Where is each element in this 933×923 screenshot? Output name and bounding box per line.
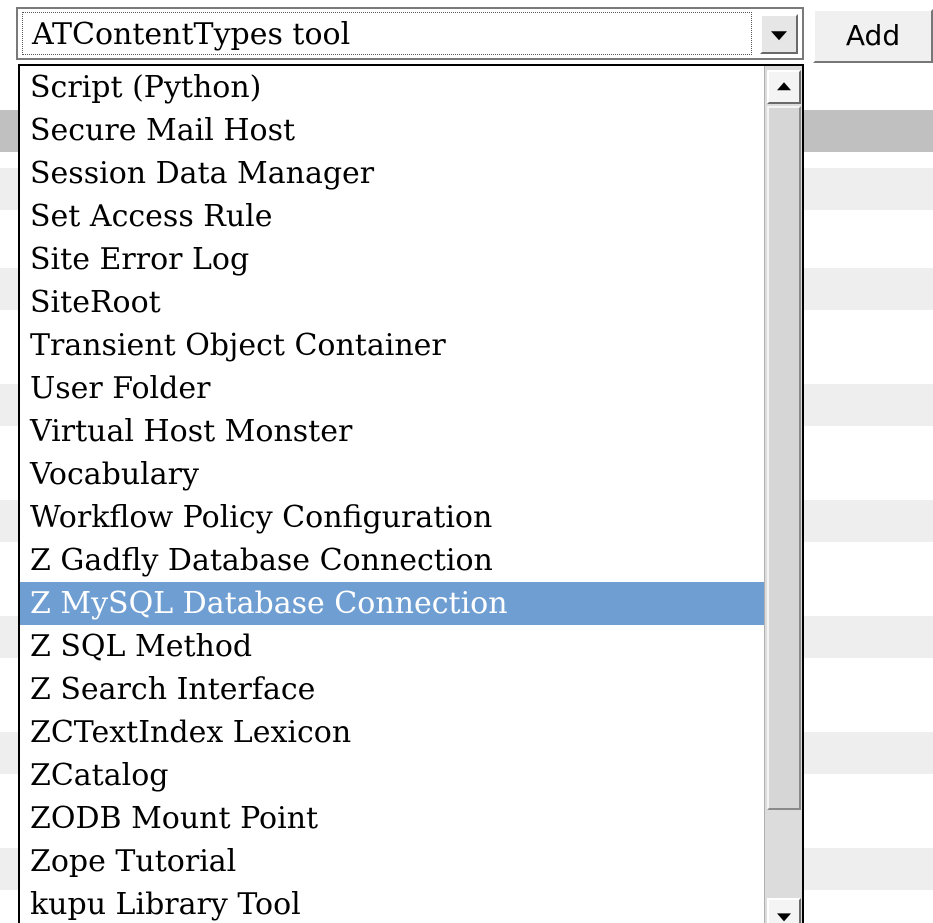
dropdown-option-highlighted[interactable]: Z MySQL Database Connection [20, 582, 764, 625]
dropdown-option[interactable]: Z Gadfly Database Connection [20, 539, 764, 582]
dropdown-option[interactable]: Transient Object Container [20, 324, 764, 367]
arrow-down-icon [777, 913, 791, 922]
scroll-thumb[interactable] [767, 106, 801, 810]
select-dropdown-button[interactable] [760, 14, 798, 54]
scroll-down-button[interactable] [767, 898, 801, 923]
arrow-up-icon [777, 82, 791, 91]
dropdown-option[interactable]: ZODB Mount Point [20, 797, 764, 840]
dropdown-option[interactable]: kupu Library Tool [20, 883, 764, 923]
dropdown-option[interactable]: Script (Python) [20, 66, 764, 109]
dropdown-option[interactable]: Secure Mail Host [20, 109, 764, 152]
dropdown-option[interactable]: Site Error Log [20, 238, 764, 281]
add-type-dropdown-list[interactable]: Script (Python) Secure Mail Host Session D… [18, 64, 804, 923]
dropdown-option[interactable]: User Folder [20, 367, 764, 410]
dropdown-option[interactable]: Vocabulary [20, 453, 764, 496]
dropdown-option[interactable]: Set Access Rule [20, 195, 764, 238]
chevron-down-icon [771, 31, 787, 41]
dropdown-option[interactable]: Session Data Manager [20, 152, 764, 195]
dropdown-option[interactable]: Zope Tutorial [20, 840, 764, 883]
dropdown-option[interactable]: Z Search Interface [20, 668, 764, 711]
add-button[interactable]: Add [813, 9, 933, 63]
dropdown-option[interactable]: ZCTextIndex Lexicon [20, 711, 764, 754]
dropdown-scrollbar[interactable] [764, 66, 802, 923]
dropdown-option[interactable]: ZCatalog [20, 754, 764, 797]
dropdown-option[interactable]: Z SQL Method [20, 625, 764, 668]
scroll-up-button[interactable] [767, 70, 801, 104]
dropdown-option[interactable]: Virtual Host Monster [20, 410, 764, 453]
option-list: Script (Python) Secure Mail Host Session D… [20, 66, 764, 923]
select-current-value: ATContentTypes tool [32, 17, 351, 52]
dropdown-option[interactable]: Workflow Policy Configuration [20, 496, 764, 539]
add-type-select[interactable]: ATContentTypes tool [16, 7, 804, 60]
dropdown-option[interactable]: SiteRoot [20, 281, 764, 324]
